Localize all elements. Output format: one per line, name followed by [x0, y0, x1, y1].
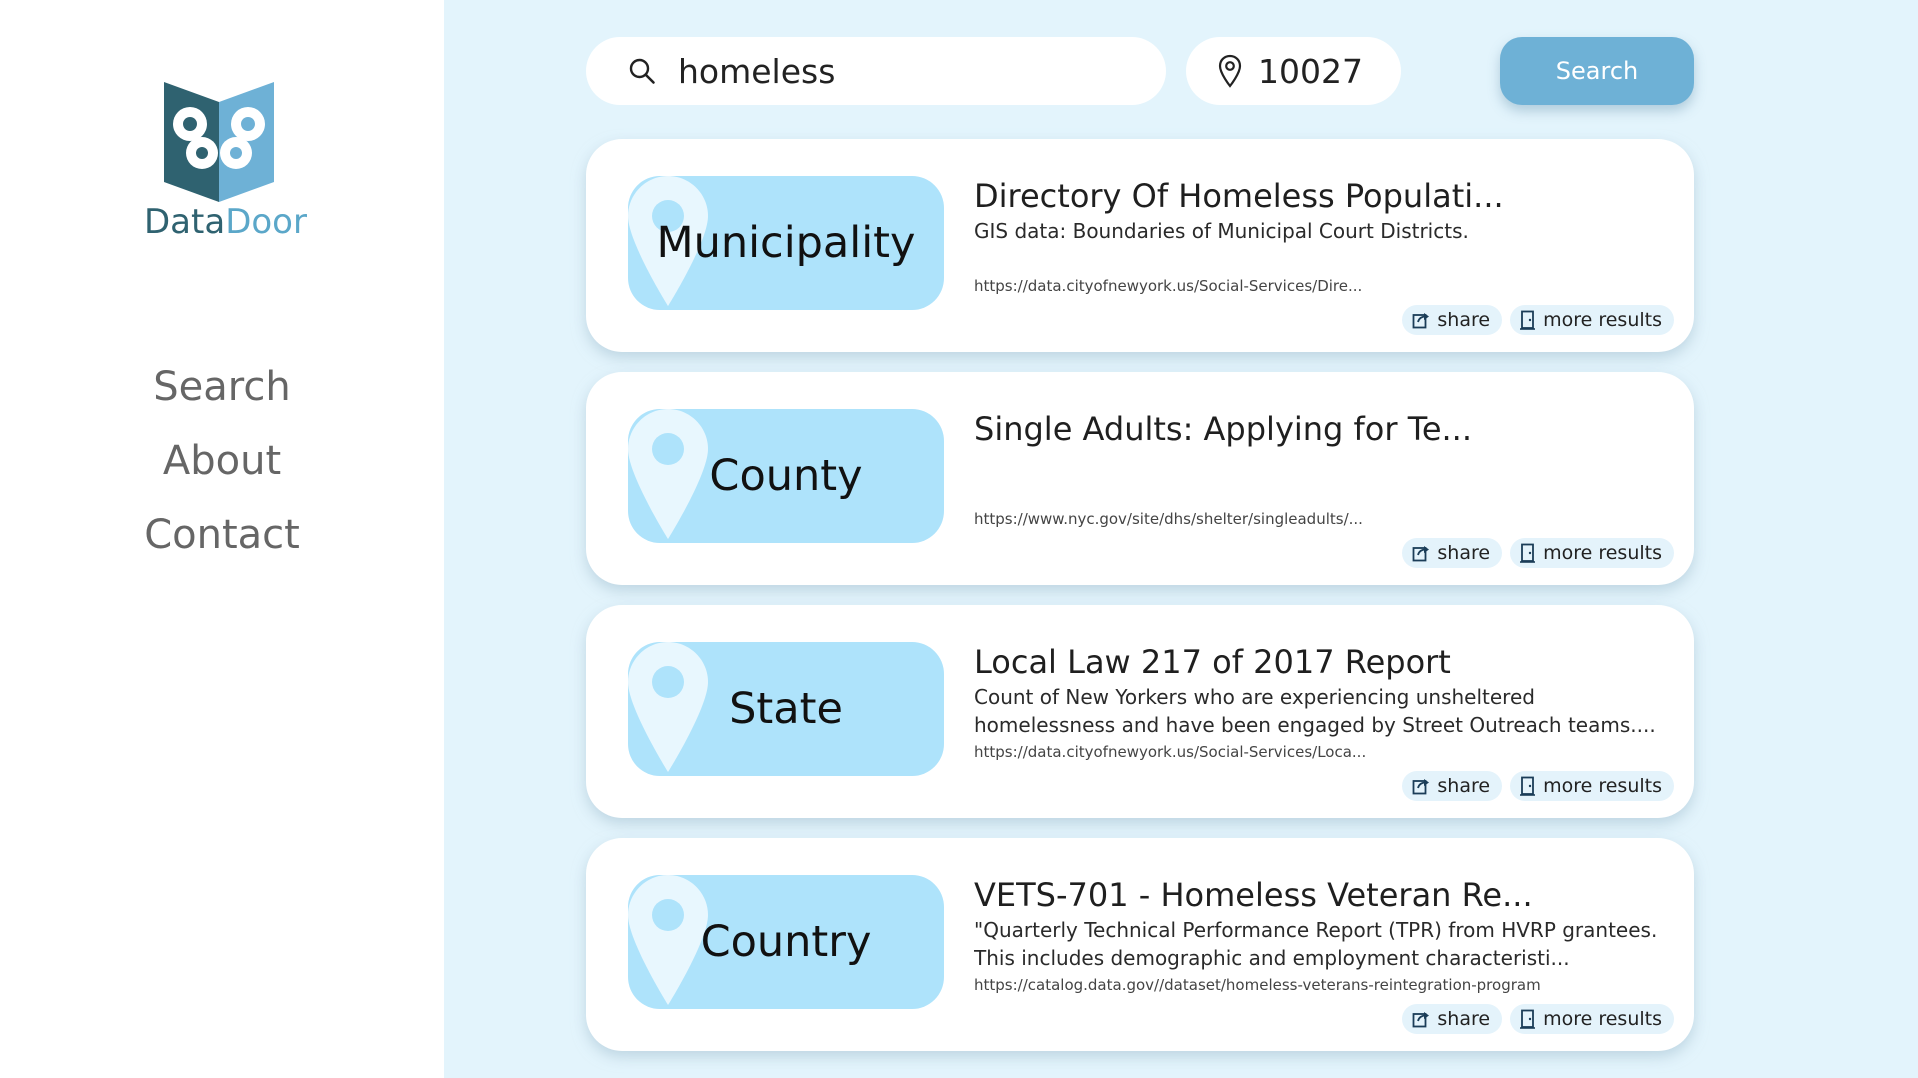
brand-name: DataDoor: [144, 202, 307, 242]
search-bar[interactable]: [586, 37, 1166, 105]
result-title[interactable]: Single Adults: Applying for Te...: [974, 408, 1674, 450]
main-nav: Search About Contact: [0, 350, 444, 572]
share-button[interactable]: share: [1402, 1004, 1503, 1034]
results-list: Municipality Directory Of Homeless Popul…: [586, 139, 1694, 1071]
more-results-label: more results: [1543, 775, 1662, 797]
result-card[interactable]: Country VETS-701 - Homeless Veteran Re..…: [586, 838, 1694, 1051]
more-results-button[interactable]: more results: [1510, 1004, 1674, 1034]
scope-label: County: [709, 451, 863, 501]
scope-badge: Country: [628, 875, 944, 1009]
share-label: share: [1437, 775, 1491, 797]
result-actions: share more results: [1402, 305, 1674, 335]
share-label: share: [1437, 542, 1491, 564]
data-door-logo-icon: [164, 82, 274, 202]
search-icon: [629, 58, 655, 84]
result-card[interactable]: State Local Law 217 of 2017 Report Count…: [586, 605, 1694, 818]
result-description: Count of New Yorkers who are experiencin…: [974, 685, 1656, 737]
share-icon: [1413, 546, 1430, 562]
result-url[interactable]: https://data.cityofnewyork.us/Social-Ser…: [974, 741, 1366, 763]
door-icon: [1520, 310, 1536, 330]
result-url[interactable]: https://www.nyc.gov/site/dhs/shelter/sin…: [974, 508, 1363, 530]
door-icon: [1520, 1009, 1536, 1029]
more-results-button[interactable]: more results: [1510, 305, 1674, 335]
scope-label: Country: [700, 917, 872, 967]
nav-item-contact[interactable]: Contact: [0, 498, 444, 572]
share-icon: [1413, 779, 1430, 795]
result-title[interactable]: Local Law 217 of 2017 Report: [974, 641, 1674, 683]
result-description: GIS data: Boundaries of Municipal Court …: [974, 219, 1469, 243]
search-input[interactable]: [678, 51, 1128, 91]
sidebar: DataDoor Search About Contact: [0, 0, 444, 1078]
more-results-button[interactable]: more results: [1510, 771, 1674, 801]
more-results-label: more results: [1543, 309, 1662, 331]
result-title[interactable]: Directory Of Homeless Populati...: [974, 175, 1674, 217]
result-card[interactable]: Municipality Directory Of Homeless Popul…: [586, 139, 1694, 352]
result-card[interactable]: County Single Adults: Applying for Te...…: [586, 372, 1694, 585]
result-title[interactable]: VETS-701 - Homeless Veteran Re...: [974, 874, 1674, 916]
scope-label: Municipality: [656, 218, 916, 268]
door-icon: [1520, 543, 1536, 563]
scope-badge: State: [628, 642, 944, 776]
scope-label: State: [729, 684, 843, 734]
brand-name-part1: Data: [144, 202, 226, 242]
scope-badge: County: [628, 409, 944, 543]
result-description: [974, 450, 1674, 506]
share-icon: [1413, 313, 1430, 329]
result-url[interactable]: https://catalog.data.gov//dataset/homele…: [974, 974, 1541, 996]
result-description: "Quarterly Technical Performance Report …: [974, 918, 1658, 970]
result-actions: share more results: [1402, 1004, 1674, 1034]
location-field[interactable]: [1186, 37, 1401, 105]
share-icon: [1413, 1012, 1430, 1028]
more-results-button[interactable]: more results: [1510, 538, 1674, 568]
result-url[interactable]: https://data.cityofnewyork.us/Social-Ser…: [974, 275, 1362, 297]
brand-logo[interactable]: DataDoor: [144, 80, 307, 242]
nav-item-about[interactable]: About: [0, 424, 444, 498]
location-pin-icon: [1218, 54, 1242, 88]
more-results-label: more results: [1543, 1008, 1662, 1030]
result-info: VETS-701 - Homeless Veteran Re... "Quart…: [974, 874, 1674, 972]
result-actions: share more results: [1402, 538, 1674, 568]
result-info: Local Law 217 of 2017 Report Count of Ne…: [974, 641, 1674, 739]
nav-item-search[interactable]: Search: [0, 350, 444, 424]
more-results-label: more results: [1543, 542, 1662, 564]
zip-input[interactable]: [1258, 51, 1398, 91]
door-icon: [1520, 776, 1536, 796]
share-label: share: [1437, 1008, 1491, 1030]
share-button[interactable]: share: [1402, 538, 1503, 568]
share-label: share: [1437, 309, 1491, 331]
share-button[interactable]: share: [1402, 305, 1503, 335]
scope-badge: Municipality: [628, 176, 944, 310]
result-info: Single Adults: Applying for Te...: [974, 408, 1674, 506]
result-actions: share more results: [1402, 771, 1674, 801]
brand-name-part2: Door: [225, 202, 307, 242]
search-button[interactable]: Search: [1500, 37, 1694, 105]
result-info: Directory Of Homeless Populati... GIS da…: [974, 175, 1674, 273]
share-button[interactable]: share: [1402, 771, 1503, 801]
